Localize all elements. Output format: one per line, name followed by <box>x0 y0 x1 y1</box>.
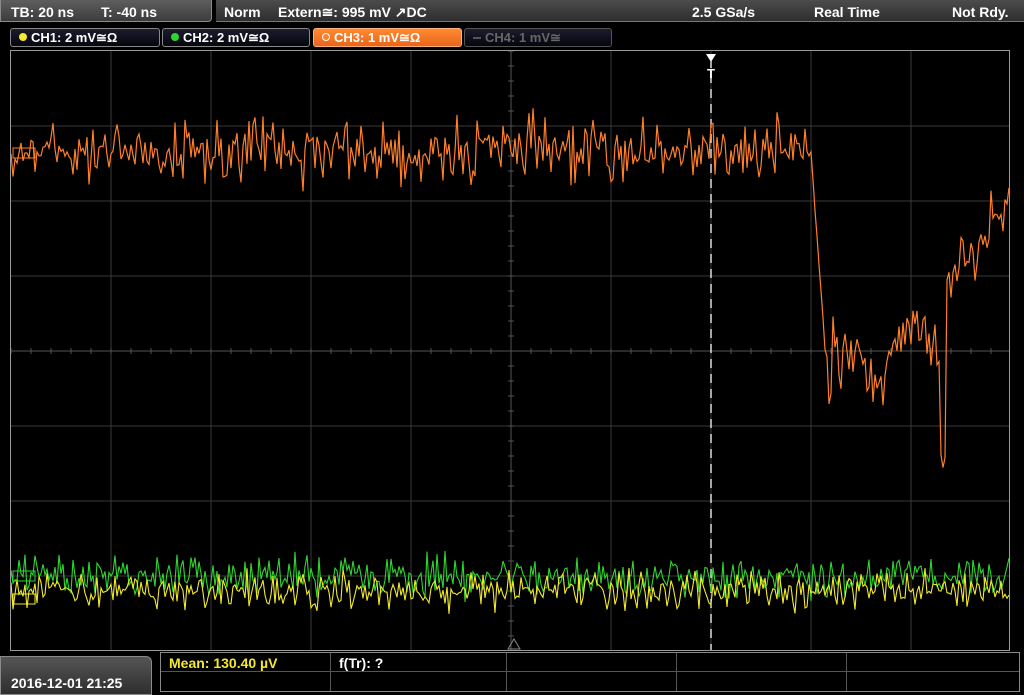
channel-tab-ch3[interactable]: CH3: 1 mV≅Ω <box>313 28 462 47</box>
trigger-mode: Norm <box>224 4 261 20</box>
measurement-mean[interactable]: Mean: 130.40 µV <box>169 655 277 671</box>
top-status-bar: TB: 20 ns T: -40 ns Norm Extern≅: 995 mV… <box>0 0 1024 24</box>
acquisition-mode: Real Time <box>814 4 880 20</box>
datetime-readout: 2016-12-01 21:25 <box>11 675 123 691</box>
ch1-indicator-icon <box>19 33 27 41</box>
ch1-label: CH1: 2 mV≅Ω <box>31 30 118 45</box>
waveform-display[interactable]: T <box>10 50 1010 651</box>
measurement-panel[interactable]: Mean: 130.40 µV f(Tr): ? <box>160 652 1020 692</box>
measurement-rise-frequency[interactable]: f(Tr): ? <box>339 655 383 671</box>
ch1-offset-marker[interactable] <box>12 593 36 605</box>
acquisition-status-strip[interactable]: Norm Extern≅: 995 mV ↗DC 2.5 GSa/s Real … <box>216 0 1024 22</box>
timebase-readout: TB: 20 ns <box>11 4 75 20</box>
trigger-source: Extern≅: 995 mV ↗DC <box>278 4 427 20</box>
timebase-panel[interactable]: TB: 20 ns T: -40 ns <box>0 0 212 22</box>
channel-tab-ch4[interactable]: CH4: 1 mV≅ <box>464 28 612 47</box>
trigger-arrow-icon <box>706 54 716 62</box>
ground-reference-icon <box>507 638 521 650</box>
ch3-indicator-icon <box>322 33 330 41</box>
ch2-label: CH2: 2 mV≅Ω <box>183 30 270 45</box>
channel-tab-ch1[interactable]: CH1: 2 mV≅Ω <box>10 28 160 47</box>
trigger-time-readout: T: -40 ns <box>101 4 158 20</box>
sample-rate: 2.5 GSa/s <box>692 4 756 20</box>
waveform-canvas: T <box>11 51 1009 650</box>
ch3-label: CH3: 1 mV≅Ω <box>334 30 421 45</box>
channel-tab-ch2[interactable]: CH2: 2 mV≅Ω <box>162 28 310 47</box>
trigger-marker-label: T <box>707 66 715 81</box>
run-status: Not Rdy. <box>952 4 1009 20</box>
datetime-panel: 2016-12-01 21:25 <box>0 656 152 695</box>
ch4-indicator-icon <box>473 37 481 39</box>
ch2-indicator-icon <box>171 33 179 41</box>
ch3-trace <box>11 108 1009 468</box>
ch4-label: CH4: 1 mV≅ <box>485 30 561 45</box>
